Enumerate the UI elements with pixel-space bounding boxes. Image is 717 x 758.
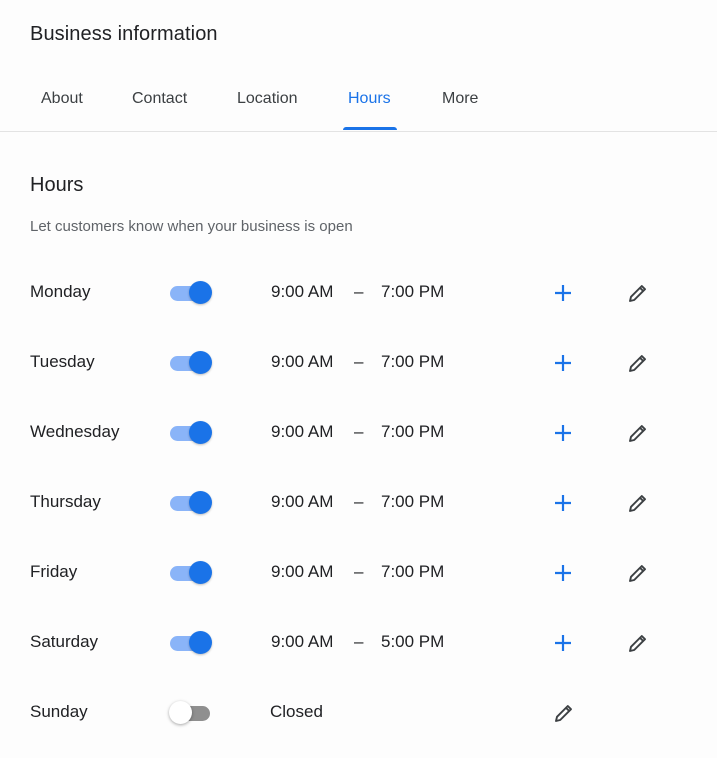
pencil-icon [629, 285, 646, 302]
business-info-page: Business information About Contact Locat… [0, 0, 717, 758]
add-hours-button[interactable] [551, 491, 575, 515]
plus-icon [555, 495, 571, 511]
edit-hours-button[interactable] [626, 421, 650, 445]
day-label: Monday [30, 282, 91, 301]
section-title: Hours [30, 174, 84, 196]
close-time[interactable]: 5:00 PM [381, 632, 444, 652]
add-hours-button[interactable] [551, 281, 575, 305]
pencil-icon [629, 635, 646, 652]
close-time[interactable]: 7:00 PM [381, 352, 444, 372]
day-row-wednesday: Wednesday 9:00 AM – 7:00 PM [0, 408, 717, 458]
day-row-thursday: Thursday 9:00 AM – 7:00 PM [0, 478, 717, 528]
plus-icon [555, 285, 571, 301]
pencil-icon [629, 565, 646, 582]
day-label: Wednesday [30, 422, 120, 441]
open-time[interactable]: 9:00 AM [271, 422, 333, 442]
plus-icon [555, 425, 571, 441]
open-toggle[interactable] [170, 351, 212, 374]
open-time[interactable]: 9:00 AM [271, 282, 333, 302]
day-label: Sunday [30, 702, 88, 721]
pencil-icon [629, 425, 646, 442]
open-toggle[interactable] [169, 701, 212, 724]
time-separator: – [354, 562, 364, 581]
time-separator: – [354, 352, 364, 371]
plus-icon [555, 635, 571, 651]
close-time[interactable]: 7:00 PM [381, 492, 444, 512]
open-time[interactable]: 9:00 AM [271, 632, 333, 652]
open-time[interactable]: 9:00 AM [271, 352, 333, 372]
add-hours-button[interactable] [551, 351, 575, 375]
time-separator: – [354, 492, 364, 511]
pencil-icon [629, 495, 646, 512]
pencil-icon [555, 705, 572, 722]
close-time[interactable]: 7:00 PM [381, 422, 444, 442]
closed-label: Closed [270, 702, 323, 721]
tab-about[interactable]: About [41, 90, 83, 108]
tab-more[interactable]: More [442, 90, 478, 108]
day-label: Tuesday [30, 352, 95, 371]
section-description: Let customers know when your business is… [30, 218, 353, 235]
edit-hours-button[interactable] [552, 701, 576, 725]
day-label: Saturday [30, 632, 99, 651]
add-hours-button[interactable] [551, 421, 575, 445]
edit-hours-button[interactable] [626, 631, 650, 655]
tab-location[interactable]: Location [237, 90, 298, 108]
active-tab-indicator [343, 127, 397, 130]
edit-hours-button[interactable] [626, 281, 650, 305]
edit-hours-button[interactable] [626, 491, 650, 515]
open-time[interactable]: 9:00 AM [271, 562, 333, 582]
plus-icon [555, 355, 571, 371]
time-separator: – [354, 282, 364, 301]
day-row-tuesday: Tuesday 9:00 AM – 7:00 PM [0, 338, 717, 388]
edit-hours-button[interactable] [626, 351, 650, 375]
open-time[interactable]: 9:00 AM [271, 492, 333, 512]
open-toggle[interactable] [170, 281, 212, 304]
tab-bar: About Contact Location Hours More [0, 80, 717, 132]
day-row-friday: Friday 9:00 AM – 7:00 PM [0, 548, 717, 598]
day-label: Friday [30, 562, 78, 581]
open-toggle[interactable] [170, 421, 212, 444]
edit-hours-button[interactable] [626, 561, 650, 585]
close-time[interactable]: 7:00 PM [381, 562, 444, 582]
add-hours-button[interactable] [551, 631, 575, 655]
pencil-icon [629, 355, 646, 372]
open-toggle[interactable] [170, 491, 212, 514]
day-row-monday: Monday 9:00 AM – 7:00 PM [0, 268, 717, 318]
add-hours-button[interactable] [551, 561, 575, 585]
open-toggle[interactable] [170, 631, 212, 654]
tab-hours[interactable]: Hours [348, 90, 391, 108]
day-label: Thursday [30, 492, 101, 511]
time-separator: – [354, 632, 364, 651]
tab-contact[interactable]: Contact [132, 90, 187, 108]
open-toggle[interactable] [170, 561, 212, 584]
plus-icon [555, 565, 571, 581]
day-row-sunday: Sunday Closed [0, 688, 717, 738]
close-time[interactable]: 7:00 PM [381, 282, 444, 302]
page-title: Business information [30, 23, 218, 45]
day-row-saturday: Saturday 9:00 AM – 5:00 PM [0, 618, 717, 668]
time-separator: – [354, 422, 364, 441]
